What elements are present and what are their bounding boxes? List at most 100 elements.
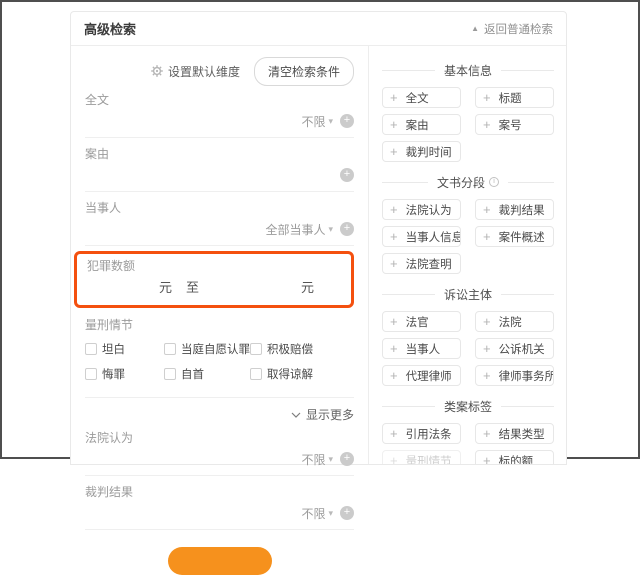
checkbox-label: 悔罪 [102, 366, 125, 382]
set-default-dimensions-button[interactable]: 设置默认维度 [151, 63, 240, 80]
checkbox-icon[interactable] [164, 343, 176, 355]
checkbox-icon[interactable] [250, 368, 262, 380]
new-badge: NEW [553, 344, 554, 354]
add-dimension-button[interactable]: +当事人信息NEW [382, 226, 461, 247]
add-dimension-button[interactable]: +结果类型iNEW [475, 423, 554, 444]
add-condition-icon[interactable]: + [340, 222, 354, 236]
add-dimension-button[interactable]: +案号 [475, 114, 554, 135]
add-dimension-button[interactable]: +案由 [382, 114, 461, 135]
dimension-label: 标题 [499, 90, 522, 106]
dimension-section-header: 基本信息 [382, 62, 554, 78]
plus-icon: + [390, 454, 398, 464]
dimension-section-header: 诉讼主体 [382, 286, 554, 302]
form-toolbar: 设置默认维度 清空检索条件 [85, 58, 354, 84]
party-input[interactable] [85, 222, 258, 236]
field-label: 犯罪数额 [87, 259, 341, 274]
checkbox-icon[interactable] [85, 343, 97, 355]
field-label: 量刑情节 [85, 318, 354, 333]
unit-label: 元 [301, 277, 314, 296]
cause-input[interactable] [85, 168, 333, 182]
add-dimension-button[interactable]: +法官 [382, 311, 461, 332]
add-dimension-button[interactable]: +法院查明NEW [382, 253, 461, 274]
add-dimension-button[interactable]: +法院 [475, 311, 554, 332]
add-dimension-button[interactable]: +全文 [382, 87, 461, 108]
crime-amount-max-input[interactable] [209, 279, 301, 294]
add-dimension-button[interactable]: +当事人 [382, 338, 461, 359]
dimension-label: 公诉机关 [499, 341, 545, 357]
sentencing-checkbox-option[interactable]: 自首 [164, 366, 250, 382]
court-opinion-scope-dropdown[interactable]: 不限 ▾ [301, 451, 333, 468]
divider-line [508, 182, 554, 183]
add-dimension-button[interactable]: + 标题 [475, 87, 554, 108]
field-fulltext: 全文 不限 ▾ + [85, 84, 354, 138]
new-badge: NEW [460, 456, 461, 465]
fulltext-input[interactable] [85, 114, 294, 128]
divider-line [382, 406, 435, 407]
plus-icon: + [390, 315, 398, 328]
add-condition-icon[interactable]: + [340, 506, 354, 520]
dimension-label: 裁判结果 [499, 202, 545, 218]
judgment-result-input[interactable] [85, 506, 294, 520]
plus-icon: + [483, 118, 491, 131]
fulltext-scope-dropdown[interactable]: 不限 ▾ [301, 113, 333, 130]
checkbox-label: 积极赔偿 [267, 341, 313, 357]
sentencing-checkbox-option[interactable]: 坦白 [85, 341, 164, 357]
court-opinion-input[interactable] [85, 452, 294, 466]
add-dimension-button[interactable]: +裁判结果 [475, 199, 554, 220]
plus-icon: + [390, 230, 398, 243]
range-to-label: 至 [186, 277, 199, 296]
plus-icon: + [390, 427, 398, 440]
party-scope-dropdown[interactable]: 全部当事人 ▾ [265, 221, 333, 238]
sentencing-checkbox-option[interactable]: 积极赔偿 [250, 341, 354, 357]
divider-line [501, 406, 554, 407]
checkbox-label: 自首 [181, 366, 204, 382]
scope-value: 全部当事人 [265, 221, 325, 238]
checkbox-icon[interactable] [164, 368, 176, 380]
dimension-label: 法院认为 [406, 202, 452, 218]
dimension-label: 律师事务所 [499, 368, 554, 384]
add-dimension-button[interactable]: +案件概述NEW [475, 226, 554, 247]
add-dimension-button[interactable]: +裁判时间 [382, 141, 461, 162]
add-dimension-button[interactable]: +标的额 [475, 450, 554, 464]
sentencing-checkbox-option[interactable]: 取得谅解 [250, 366, 354, 382]
dimension-label: 引用法条 [406, 426, 452, 442]
crime-amount-min-input[interactable] [87, 279, 159, 294]
divider-line [382, 182, 428, 183]
new-badge: NEW [460, 259, 461, 269]
set-default-label: 设置默认维度 [168, 63, 240, 80]
add-dimension-button[interactable]: +代理律师 [382, 365, 461, 386]
dimension-button-grid: +全文 + 标题 +案由 +案号 +裁判时间 [382, 87, 554, 162]
crime-amount-highlight: 犯罪数额 元 至 元 [74, 251, 354, 308]
checkbox-icon[interactable] [250, 343, 262, 355]
back-to-simple-search-link[interactable]: ▲ 返回普通检索 [471, 21, 553, 37]
dimension-section-title: 诉讼主体 [444, 286, 492, 303]
plus-icon: + [483, 91, 491, 104]
caret-down-icon: ▾ [328, 454, 333, 465]
sentencing-checkbox-option[interactable]: 悔罪 [85, 366, 164, 382]
add-dimension-button[interactable]: +法院认为 [382, 199, 461, 220]
sentencing-checkbox-option[interactable]: 当庭自愿认罪 [164, 341, 250, 357]
divider-line [382, 294, 435, 295]
new-badge: NEW [553, 232, 554, 242]
divider-line [382, 70, 435, 71]
add-condition-icon[interactable]: + [340, 168, 354, 182]
checkbox-icon[interactable] [85, 368, 97, 380]
add-dimension-button: + 量刑情节 NEW [382, 450, 461, 464]
plus-icon: + [483, 427, 491, 440]
dimension-button-grid: +引用法条+结果类型iNEW+量刑情节NEW+标的额+罚金数额+犯罪数额+标签+… [382, 423, 554, 464]
clear-conditions-button[interactable]: 清空检索条件 [254, 57, 354, 86]
add-condition-icon[interactable]: + [340, 452, 354, 466]
divider-line [501, 294, 554, 295]
add-dimension-button[interactable]: +律师事务所 [475, 365, 554, 386]
add-dimension-button[interactable]: + 引用法条 [382, 423, 461, 444]
add-condition-icon[interactable]: + [340, 114, 354, 128]
add-dimension-button[interactable]: +公诉机关NEW [475, 338, 554, 359]
field-judgment-result: 裁判结果 不限 ▾ + [85, 476, 354, 530]
caret-down-icon: ▾ [328, 116, 333, 127]
search-button[interactable] [168, 547, 272, 575]
show-more-button[interactable]: 显示更多 [85, 398, 354, 427]
dimension-label: 量刑情节 [406, 453, 452, 465]
field-label: 案由 [85, 147, 354, 162]
judgment-result-scope-dropdown[interactable]: 不限 ▾ [301, 505, 333, 522]
scope-value: 不限 [301, 451, 325, 468]
